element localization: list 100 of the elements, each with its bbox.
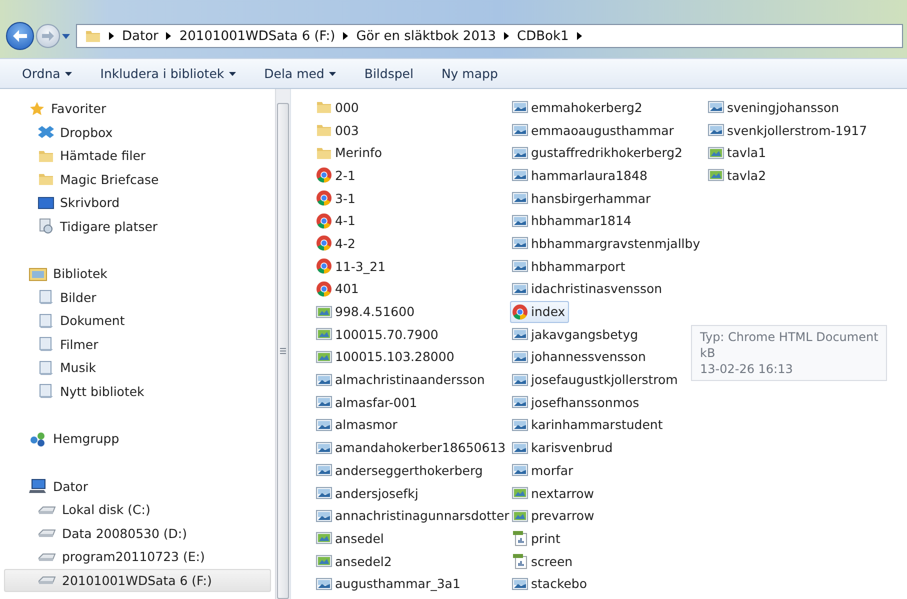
file-name: tavla2 [727,168,766,183]
file-name: hbhammar1814 [531,213,632,228]
file-item[interactable]: almachristinaandersson [314,368,489,391]
file-item[interactable]: nextarrow [510,482,598,504]
breadcrumb-arrow-icon[interactable] [166,32,172,40]
nav-item[interactable]: Dropbox [4,120,271,144]
file-item[interactable]: jakavgangsbetyg [510,323,642,346]
file-item[interactable]: emmahokerberg2 [510,96,646,118]
file-item[interactable]: 11-3_21 [314,255,390,278]
file-item[interactable]: 4-2 [314,232,360,254]
nav-group-header[interactable]: Dator [4,474,271,498]
history-caret-icon[interactable] [62,34,70,38]
file-item[interactable]: 401 [314,278,363,300]
file-item[interactable]: hammarlaura1848 [510,164,652,186]
tooltip-line: 13-02-26 16:13 [700,362,794,376]
file-item[interactable]: index [510,300,570,323]
file-item[interactable]: idachristinasvensson [510,278,666,300]
file-name: 003 [335,122,359,138]
file-item[interactable]: 3-1 [314,187,360,210]
file-item[interactable]: 2-1 [314,164,360,186]
toolbar-button[interactable]: Inkludera i bibliotek [90,62,246,85]
breadcrumb-arrow-icon[interactable] [343,32,348,40]
file-name: emmaoaugusthammar [531,122,674,138]
nav-item[interactable]: Tidigare platser [4,214,271,238]
file-name: jakavgangsbetyg [531,326,638,342]
file-item[interactable]: andersjosefkj [314,482,422,504]
nav-item[interactable]: Dokument [4,309,271,332]
file-item[interactable]: morfar [510,459,578,482]
nav-item[interactable]: Magic Briefcase [4,168,271,191]
nav-item[interactable]: Bilder [4,286,271,309]
file-item[interactable]: almasmor [314,414,402,436]
file-item[interactable]: hbhammargravstenmjallby [510,232,704,254]
toolbar-button[interactable]: Bildspel [354,62,424,85]
nav-group-header[interactable]: Favoriter [4,97,271,120]
nav-item[interactable]: Filmer [4,332,271,356]
file-name: hbhammargravstenmjallby [531,236,700,251]
file-item[interactable]: screen [510,550,577,572]
file-item[interactable]: josefhanssonmos [510,391,644,414]
picture-icon [512,485,528,502]
nav-item[interactable]: Skrivbord [4,191,271,214]
file-item[interactable]: tavla2 [706,164,770,186]
nav-item[interactable]: Musik [4,356,271,380]
scrollbar[interactable] [275,89,290,599]
breadcrumb-arrow-icon[interactable] [504,32,510,40]
file-item[interactable]: anderseggerthokerberg [314,459,487,482]
file-item[interactable]: amandahokerber18650613 [314,436,510,459]
file-item[interactable]: 4-1 [314,210,360,232]
address-bar[interactable]: Dator 20101001WDSata 6 (F:) Gör en släktbok 2013 CDBok1 [76,24,903,48]
back-button[interactable] [6,22,34,50]
file-item[interactable]: augusthammar_3a1 [314,572,464,595]
file-item[interactable]: sveningjohansson [706,96,844,118]
file-name: johannessvensson [531,349,646,364]
file-item[interactable]: hbhammarport [510,255,630,278]
file-item[interactable]: ansedel [314,527,388,550]
nav-item[interactable]: program20110723 (E:) [4,545,271,568]
file-item[interactable]: almasfar-001 [314,391,422,414]
file-item[interactable]: emmaoaugusthammar [510,119,678,142]
file-item[interactable]: stackebo [510,572,592,595]
file-item[interactable]: print [510,527,564,550]
breadcrumb[interactable]: CDBok1 [517,28,569,44]
nav-item[interactable]: Nytt bibliotek [4,380,271,403]
file-item[interactable]: josefaugustkjollerstrom [510,368,682,391]
picture-icon [512,508,528,524]
file-item[interactable]: Merinfo [314,142,386,164]
file-item[interactable]: ansedel2 [314,550,396,572]
breadcrumb[interactable]: Dator [122,28,158,44]
nav-item[interactable]: 20101001WDSata 6 (F:) [4,568,271,592]
nav-label: Skrivbord [60,195,120,210]
toolbar-button[interactable]: Ordna [12,62,82,85]
file-item[interactable]: hbhammar1814 [510,210,636,232]
file-item[interactable]: 100015.103.28000 [314,346,458,368]
file-item[interactable]: 998.4.51600 [314,300,419,323]
nav-group-header[interactable]: Bibliotek [4,262,271,286]
breadcrumb-arrow-icon[interactable] [576,32,582,40]
toolbar-button[interactable]: Ny mapp [431,62,508,85]
scrollbar-thumb[interactable] [277,103,289,599]
file-item[interactable]: tavla1 [706,142,770,164]
nav-item[interactable]: Lokal disk (C:) [4,498,271,522]
file-item[interactable]: 100015.70.7900 [314,323,442,346]
file-item[interactable]: gustaffredrikhokerberg2 [510,142,687,164]
file-item[interactable]: hansbirgerhammar [510,187,655,210]
nav-label: Favoriter [51,101,106,116]
nav-item[interactable]: Hämtade filer [4,144,271,168]
breadcrumb-arrow-icon[interactable] [109,32,114,40]
file-item[interactable]: 000 [314,96,363,118]
file-item[interactable]: karinhammarstudent [510,414,667,436]
toolbar-button[interactable]: Dela med [254,62,346,85]
file-item[interactable]: svenkjollerstrom-1917 [706,119,872,142]
file-name: 3-1 [335,190,356,206]
file-item[interactable]: 003 [314,119,363,142]
breadcrumb[interactable]: Gör en släktbok 2013 [356,28,496,44]
file-item[interactable]: karisvenbrud [510,436,617,459]
back-arrow-icon [13,30,27,42]
breadcrumb[interactable]: 20101001WDSata 6 (F:) [179,28,336,44]
nav-group-header[interactable]: Hemgrupp [4,427,271,450]
nav-item[interactable]: Data 20080530 (D:) [4,522,271,545]
file-name: 11-3_21 [335,258,386,274]
nav-label: Magic Briefcase [60,172,159,187]
image-file-icon [316,462,332,478]
file-item[interactable]: johannessvensson [510,346,650,368]
